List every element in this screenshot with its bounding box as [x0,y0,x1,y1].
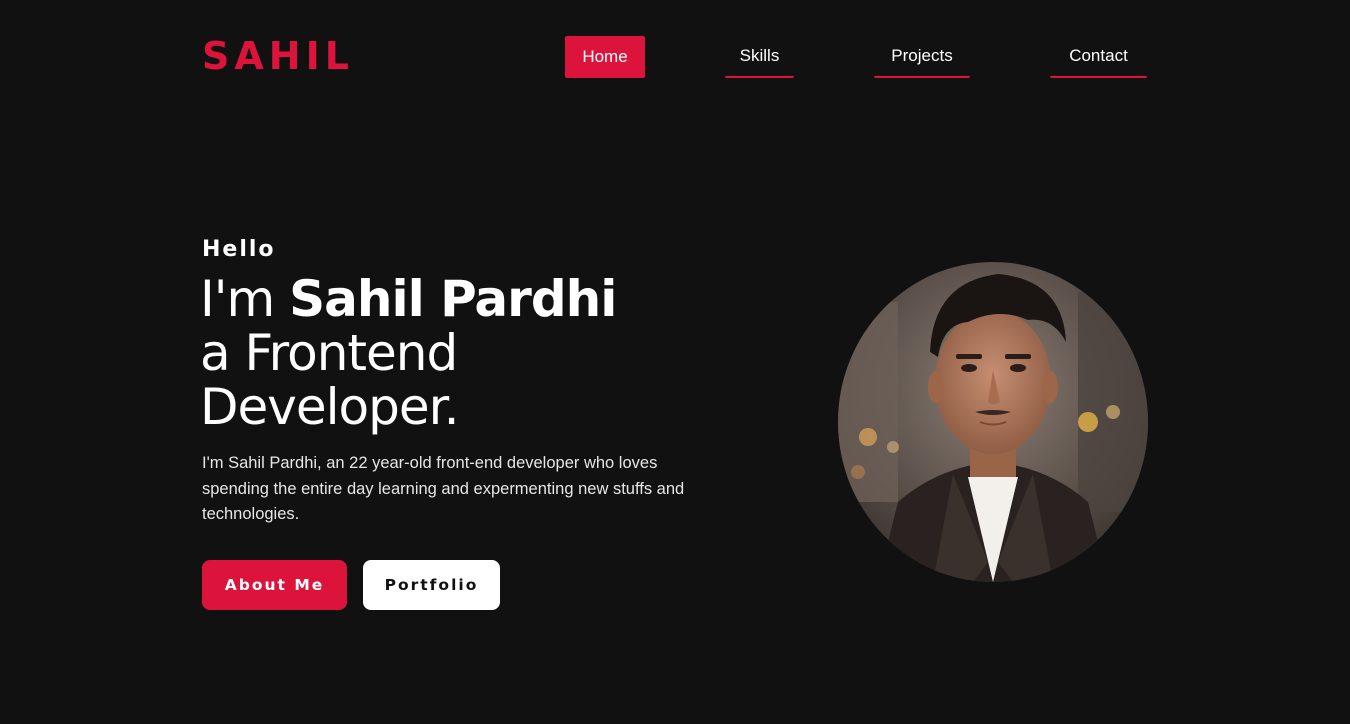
portfolio-button[interactable]: Portfolio [363,560,500,610]
hero-headline: I'm Sahil Pardhi a Frontend Developer. [200,272,760,434]
nav-contact-link[interactable]: Contact [1050,36,1147,78]
hero-greeting: Hello [202,237,276,262]
nav-projects-link[interactable]: Projects [874,36,970,78]
headline-title: Developer. [200,378,459,436]
nav-skills-link[interactable]: Skills [725,36,794,78]
hero-intro-text: I'm Sahil Pardhi, an 22 year-old front-e… [202,454,685,523]
site-logo[interactable]: SAHIL [202,32,354,80]
profile-photo [838,262,1148,582]
headline-role: a Frontend [200,324,458,382]
headline-prefix: I'm [200,270,290,328]
nav-home-link[interactable]: Home [565,36,645,78]
portfolio-page: SAHIL Home Skills Projects Contact Hello… [0,0,1350,724]
headline-name: Sahil Pardhi [289,270,617,328]
profile-photo-icon [838,262,1148,582]
about-me-button[interactable]: About Me [202,560,347,610]
